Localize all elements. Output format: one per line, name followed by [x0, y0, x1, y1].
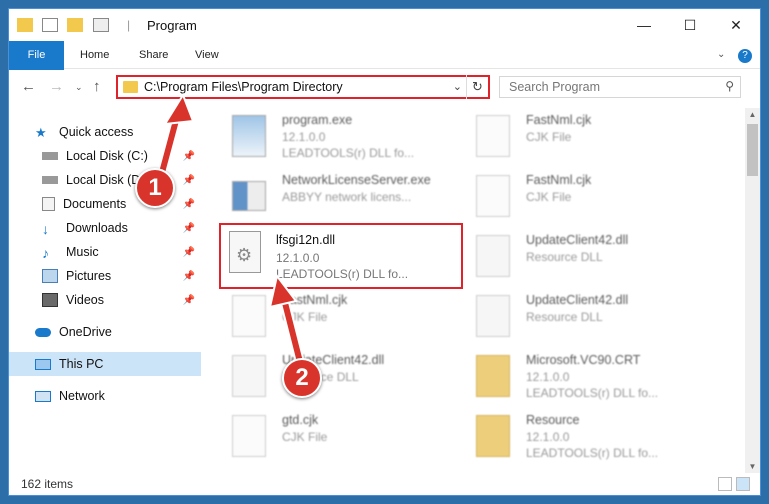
step-2-badge: 2	[282, 358, 322, 398]
arrow-1	[155, 92, 195, 185]
arrow-2	[268, 273, 305, 367]
annotation-arrows	[155, 92, 305, 367]
step-1-badge: 1	[135, 168, 175, 208]
